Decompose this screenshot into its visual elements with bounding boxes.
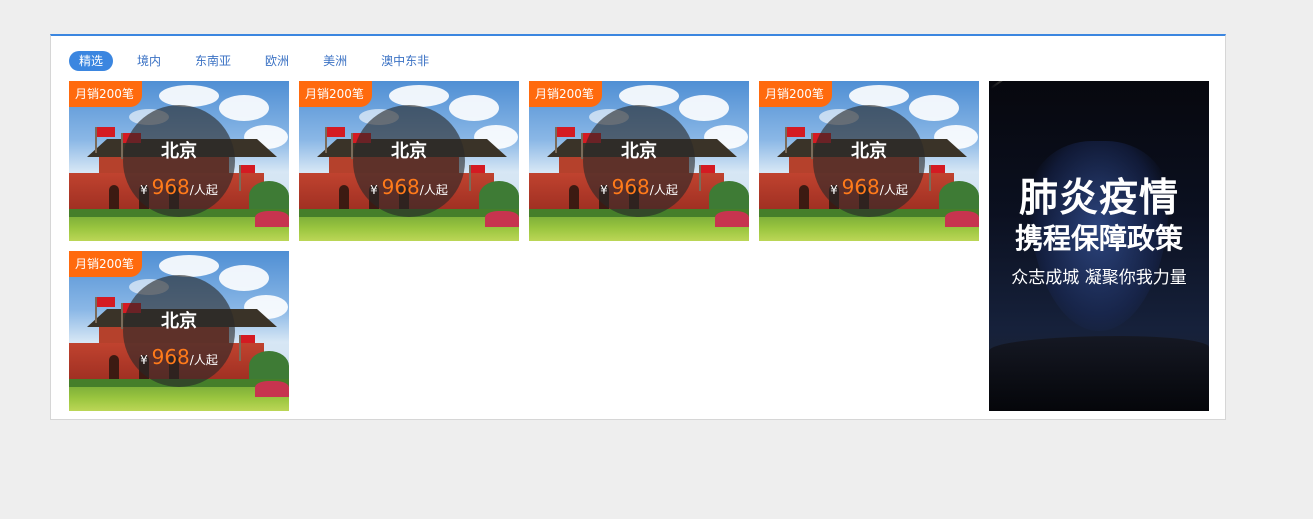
currency-symbol: ¥ (140, 353, 148, 367)
mountain-silhouette (989, 336, 1209, 411)
tab-americas[interactable]: 美洲 (313, 51, 357, 71)
price-label: ¥ 968/人起 (123, 175, 235, 199)
tab-southeast-asia[interactable]: 东南亚 (185, 51, 241, 71)
price-label: ¥ 968/人起 (353, 175, 465, 199)
monthly-sales-badge: 月销200笔 (759, 81, 832, 107)
destination-card[interactable]: 月销200笔 北京 ¥ 968/人起 (759, 81, 979, 241)
monthly-sales-badge: 月销200笔 (529, 81, 602, 107)
tab-europe[interactable]: 欧洲 (255, 51, 299, 71)
meteor-decoration (990, 81, 1033, 89)
price-unit: /人起 (419, 183, 448, 197)
destination-card[interactable]: 月销200笔 北京 ¥ 968/人起 (529, 81, 749, 241)
banner-subtitle: 众志成城 凝聚你我力量 (1011, 268, 1187, 288)
banner-title-secondary: 携程保障政策 (1014, 222, 1183, 255)
category-tabs: 精选 境内 东南亚 欧洲 美洲 澳中东非 (69, 51, 453, 71)
currency-symbol: ¥ (370, 183, 378, 197)
price-value: 968 (841, 175, 880, 199)
product-panel: 精选 境内 东南亚 欧洲 美洲 澳中东非 月销200笔 北京 ¥ 968/人起 (50, 34, 1226, 420)
tab-featured[interactable]: 精选 (69, 51, 114, 71)
destination-card[interactable]: 月销200笔 北京 ¥ 968/人起 (299, 81, 519, 241)
currency-symbol: ¥ (830, 183, 838, 197)
city-name: 北京 (161, 311, 197, 332)
currency-symbol: ¥ (140, 183, 148, 197)
price-value: 968 (151, 345, 190, 369)
destination-card[interactable]: 月销200笔 北京 ¥ 968/人起 (69, 81, 289, 241)
tab-domestic[interactable]: 境内 (127, 51, 171, 71)
monthly-sales-badge: 月销200笔 (69, 251, 142, 277)
city-name: 北京 (161, 141, 197, 162)
monthly-sales-badge: 月销200笔 (299, 81, 372, 107)
banner-title: 肺炎疫情 (1018, 176, 1179, 221)
pandemic-policy-banner[interactable]: 肺炎疫情 携程保障政策 众志成城 凝聚你我力量 (989, 81, 1209, 411)
price-value: 968 (151, 175, 190, 199)
price-unit: /人起 (189, 353, 218, 367)
price-unit: /人起 (879, 183, 908, 197)
monthly-sales-badge: 月销200笔 (69, 81, 142, 107)
price-label: ¥ 968/人起 (813, 175, 925, 199)
destination-card[interactable]: 月销200笔 北京 ¥ 968/人起 (69, 251, 289, 411)
price-label: ¥ 968/人起 (123, 345, 235, 369)
price-label: ¥ 968/人起 (583, 175, 695, 199)
city-name: 北京 (621, 141, 657, 162)
tab-oceania-middle-east-africa[interactable]: 澳中东非 (371, 51, 439, 71)
currency-symbol: ¥ (600, 183, 608, 197)
city-name: 北京 (391, 141, 427, 162)
price-value: 968 (611, 175, 650, 199)
price-unit: /人起 (649, 183, 678, 197)
price-unit: /人起 (189, 183, 218, 197)
price-value: 968 (381, 175, 420, 199)
city-name: 北京 (851, 141, 887, 162)
